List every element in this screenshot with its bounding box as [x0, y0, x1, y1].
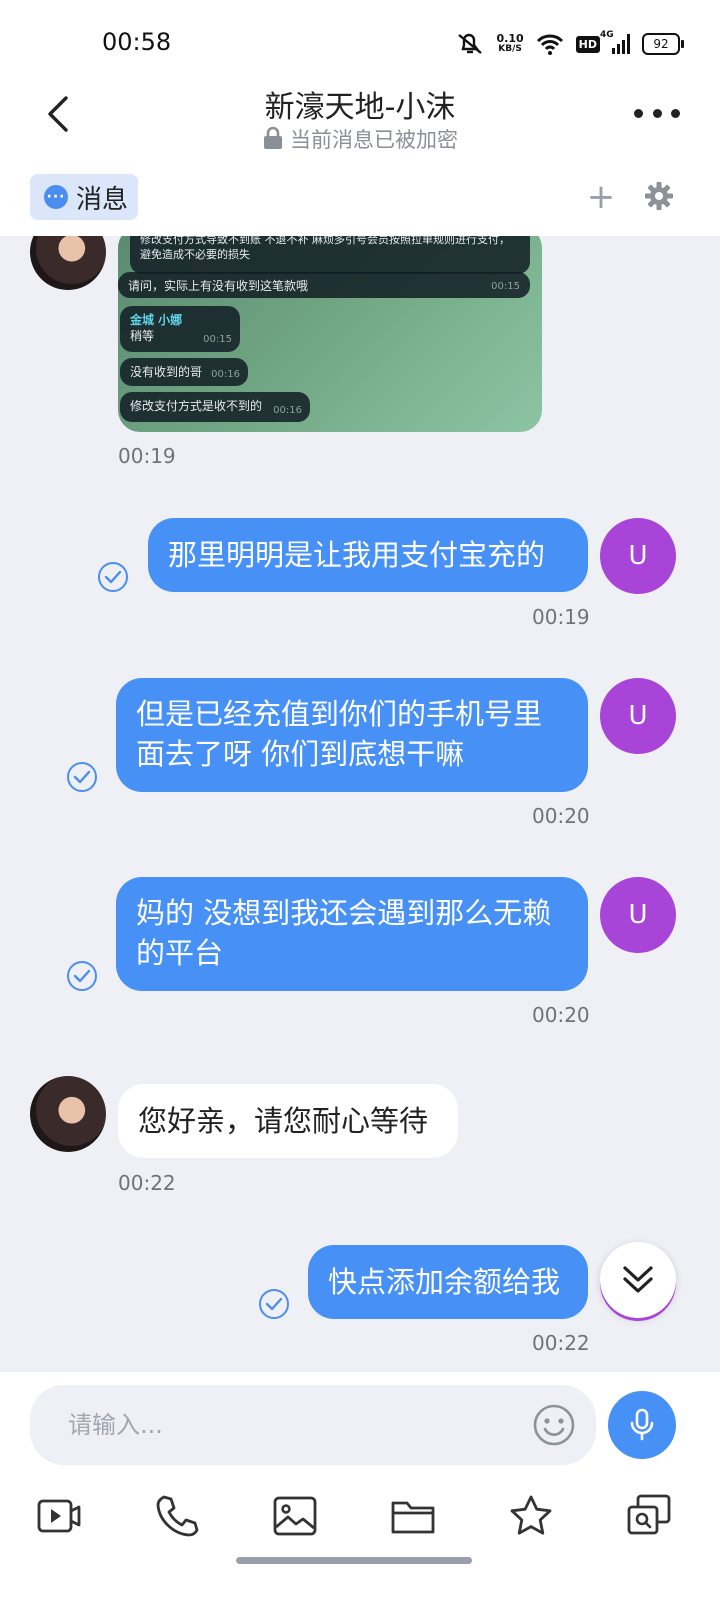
contact-avatar[interactable] — [30, 236, 106, 290]
image-text-row: 修改支付方式导致不到账 不退不补 麻烦多引号会员按照拉单规则进行支付，避免造成不… — [130, 236, 530, 274]
outgoing-message[interactable]: 妈的 没想到我还会遇到那么无赖的平台 — [116, 877, 588, 991]
message-time: 00:22 — [118, 1171, 176, 1195]
image-text-row: 没有收到的哥 00:16 — [120, 358, 248, 386]
message-list[interactable]: 修改支付方式导致不到账 不退不补 麻烦多引号会员按照拉单规则进行支付，避免造成不… — [0, 236, 720, 1372]
status-icons: 0.10 KB/S HD 4G 92 — [453, 28, 684, 60]
double-chevron-down-icon — [623, 1266, 653, 1293]
more-options-button[interactable] — [634, 100, 680, 126]
encryption-notice: 当前消息已被加密 — [0, 124, 720, 154]
chat-title: 新濠天地-小沫 — [264, 90, 456, 125]
screen-share-icon[interactable] — [626, 1493, 672, 1539]
smiley-icon — [533, 1404, 575, 1446]
message-input[interactable] — [30, 1385, 596, 1465]
voice-button[interactable] — [608, 1391, 676, 1459]
image-text-row: 金城 小娜 稍等 00:15 — [120, 306, 240, 352]
tab-messages[interactable]: ··· 消息 — [30, 174, 139, 220]
message-time: 00:22 — [532, 1331, 590, 1355]
phone-icon[interactable] — [154, 1493, 200, 1539]
user-avatar[interactable]: U — [600, 518, 676, 594]
read-check-icon — [259, 1289, 289, 1319]
hd-badge: HD — [575, 35, 600, 53]
image-message[interactable]: 修改支付方式导致不到账 不退不补 麻烦多引号会员按照拉单规则进行支付，避免造成不… — [118, 236, 542, 432]
status-time: 00:58 — [102, 28, 172, 56]
read-check-icon — [98, 562, 128, 592]
user-avatar[interactable]: U — [600, 877, 676, 953]
read-check-icon — [67, 762, 97, 792]
emoji-button[interactable] — [532, 1403, 576, 1447]
signal-icon: 4G — [600, 30, 630, 54]
gear-icon — [645, 182, 673, 210]
outgoing-message[interactable]: 快点添加余额给我 — [308, 1245, 588, 1319]
read-check-icon — [67, 961, 97, 991]
battery-icon: 92 — [642, 33, 684, 55]
scroll-to-bottom-button[interactable] — [600, 1242, 676, 1318]
message-time: 00:20 — [532, 1003, 590, 1027]
user-avatar[interactable]: U — [600, 678, 676, 754]
image-icon[interactable] — [272, 1493, 318, 1539]
lock-icon — [264, 126, 282, 149]
add-button[interactable]: + — [586, 178, 616, 216]
video-icon[interactable] — [36, 1493, 82, 1539]
wifi-icon — [536, 34, 563, 55]
message-time: 00:19 — [532, 605, 590, 629]
net-speed: 0.10 KB/S — [496, 32, 524, 54]
contact-avatar[interactable] — [30, 1076, 106, 1152]
mute-icon — [457, 33, 482, 54]
star-icon[interactable] — [508, 1493, 554, 1539]
message-time: 00:19 — [118, 444, 176, 468]
image-text-row: 修改支付方式是收不到的 00:16 — [120, 392, 310, 422]
tab-label: 消息 — [76, 184, 129, 215]
folder-icon[interactable] — [390, 1493, 436, 1539]
outgoing-message[interactable]: 那里明明是让我用支付宝充的 — [148, 518, 588, 592]
image-text-row: 请问，实际上有没有收到这笔款哦 00:15 — [118, 272, 530, 298]
incoming-message[interactable]: 您好亲，请您耐心等待 — [118, 1084, 458, 1158]
outgoing-message[interactable]: 但是已经充值到你们的手机号里面去了呀 你们到底想干嘛 — [116, 678, 588, 792]
settings-button[interactable] — [644, 181, 674, 211]
microphone-icon — [630, 1408, 654, 1441]
home-indicator[interactable] — [236, 1557, 472, 1564]
message-time: 00:20 — [532, 804, 590, 828]
chat-dots-icon: ··· — [44, 185, 68, 209]
